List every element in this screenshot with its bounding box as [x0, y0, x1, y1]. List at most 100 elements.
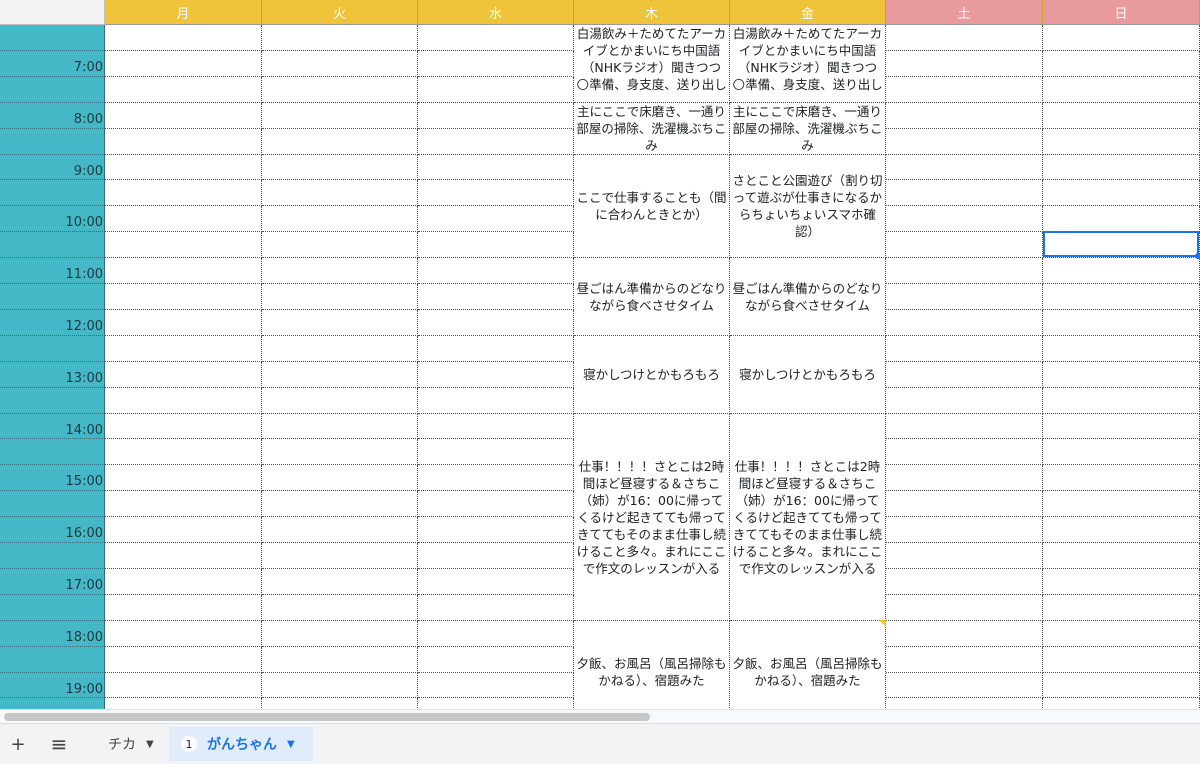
all-sheets-menu-button[interactable]: ≡ — [46, 732, 72, 756]
event-cell-thu-dinner[interactable]: 夕飯、お風呂（風呂掃除もかねる）、宿題みた — [574, 621, 730, 709]
grid-cell[interactable] — [262, 362, 418, 388]
grid-cell[interactable] — [418, 232, 574, 258]
grid-cell[interactable] — [1043, 51, 1200, 77]
grid-cell[interactable] — [418, 543, 574, 569]
grid-cell[interactable] — [886, 621, 1043, 647]
event-cell-thu-work-pm[interactable]: 仕事！！！！さとこは2時間ほど昼寝する＆さちこ（姉）が16：00に帰ってくるけど… — [574, 414, 730, 621]
event-cell-fri-nap[interactable]: 寝かしつけとかもろもろ — [730, 336, 886, 414]
grid-cell[interactable] — [418, 621, 574, 647]
grid-cell[interactable] — [886, 362, 1043, 388]
grid-cell[interactable] — [418, 77, 574, 103]
grid-cell[interactable] — [1043, 569, 1200, 595]
grid-cell[interactable] — [105, 647, 262, 673]
grid-cell[interactable] — [886, 336, 1043, 362]
grid-cell[interactable] — [418, 517, 574, 543]
grid-cell[interactable] — [418, 206, 574, 232]
grid-cell[interactable] — [1043, 25, 1200, 51]
scrollbar-thumb[interactable] — [4, 713, 650, 721]
grid-cell[interactable] — [886, 129, 1043, 155]
grid-cell[interactable] — [105, 51, 262, 77]
time-cell[interactable] — [0, 388, 105, 414]
grid-cell[interactable] — [262, 129, 418, 155]
grid-cell[interactable] — [262, 414, 418, 439]
time-cell[interactable] — [0, 595, 105, 621]
event-cell-fri-cleaning[interactable]: 主にここで床磨き、一通り部屋の掃除、洗濯機ぶちこみ — [730, 103, 886, 155]
grid-cell[interactable] — [105, 206, 262, 232]
grid-cell[interactable] — [105, 336, 262, 362]
event-cell-thu-cleaning[interactable]: 主にここで床磨き、一通り部屋の掃除、洗濯機ぶちこみ — [574, 103, 730, 155]
grid-cell[interactable] — [105, 25, 262, 51]
time-cell[interactable] — [0, 543, 105, 569]
grid-cell[interactable] — [418, 491, 574, 517]
grid-cell[interactable] — [418, 647, 574, 673]
time-cell[interactable] — [0, 232, 105, 258]
time-cell[interactable] — [0, 439, 105, 465]
chevron-down-icon[interactable]: ▼ — [287, 739, 295, 750]
grid-cell[interactable] — [418, 129, 574, 155]
grid-cell[interactable] — [262, 206, 418, 232]
grid-cell[interactable] — [418, 595, 574, 621]
grid-cell[interactable] — [418, 180, 574, 206]
grid-cell[interactable] — [105, 621, 262, 647]
grid-cell[interactable] — [262, 465, 418, 491]
day-header-6[interactable]: 日 — [1043, 0, 1200, 25]
grid-cell[interactable] — [105, 673, 262, 698]
grid-cell[interactable] — [262, 25, 418, 51]
grid-cell[interactable] — [1043, 621, 1200, 647]
grid-cell[interactable] — [418, 698, 574, 709]
grid-cell[interactable] — [886, 465, 1043, 491]
grid-cell[interactable] — [1043, 206, 1200, 232]
time-cell[interactable] — [0, 180, 105, 206]
grid-cell[interactable] — [1043, 647, 1200, 673]
grid-cell[interactable] — [262, 517, 418, 543]
day-header-2[interactable]: 水 — [418, 0, 574, 25]
grid-cell[interactable] — [418, 155, 574, 180]
time-cell[interactable] — [0, 698, 105, 709]
grid-cell[interactable] — [1043, 155, 1200, 180]
grid-cell[interactable] — [105, 698, 262, 709]
grid-corner[interactable] — [0, 0, 105, 25]
grid-cell[interactable] — [105, 155, 262, 180]
grid-cell[interactable] — [1043, 284, 1200, 310]
grid-cell[interactable] — [1043, 698, 1200, 709]
grid-cell[interactable] — [886, 388, 1043, 414]
fill-handle[interactable] — [1195, 253, 1200, 259]
event-cell-thu-morning[interactable]: 白湯飲み＋ためてたアーカイブとかまいにち中国語（NHKラジオ）聞きつつ🌕準備、身… — [574, 25, 730, 103]
grid-cell[interactable] — [886, 569, 1043, 595]
day-header-4[interactable]: 金 — [730, 0, 886, 25]
grid-cell[interactable] — [105, 569, 262, 595]
grid-cell[interactable] — [1043, 310, 1200, 336]
tab-ganchan[interactable]: 1 がんちゃん ▼ — [169, 727, 313, 761]
grid-cell[interactable] — [1043, 362, 1200, 388]
grid-cell[interactable] — [1043, 517, 1200, 543]
event-cell-thu-work-am[interactable]: ここで仕事することも（間に合わんときとか） — [574, 155, 730, 258]
event-cell-fri-dinner[interactable]: 夕飯、お風呂（風呂掃除もかねる）、宿題みた — [730, 621, 886, 709]
grid-cell[interactable] — [1043, 77, 1200, 103]
grid-cell[interactable] — [418, 103, 574, 129]
grid-cell[interactable] — [418, 569, 574, 595]
event-cell-fri-park[interactable]: さとこと公園遊び（割り切って遊ぶが仕事きになるからちょいちょいスマホ確認） — [730, 155, 886, 258]
grid-cell[interactable] — [105, 310, 262, 336]
grid-cell[interactable] — [418, 388, 574, 414]
grid-cell[interactable] — [105, 543, 262, 569]
grid-cell[interactable] — [105, 362, 262, 388]
day-header-5[interactable]: 土 — [886, 0, 1043, 25]
grid-cell[interactable] — [262, 698, 418, 709]
grid-cell[interactable] — [886, 258, 1043, 284]
grid-cell[interactable] — [1043, 336, 1200, 362]
grid-cell[interactable] — [886, 51, 1043, 77]
grid-cell[interactable] — [418, 336, 574, 362]
grid-cell[interactable] — [418, 284, 574, 310]
grid-cell[interactable] — [886, 103, 1043, 129]
grid-cell[interactable] — [1043, 595, 1200, 621]
grid-cell[interactable] — [262, 491, 418, 517]
grid-cell[interactable] — [886, 310, 1043, 336]
grid-cell[interactable] — [886, 232, 1043, 258]
grid-cell[interactable] — [1043, 439, 1200, 465]
day-header-1[interactable]: 火 — [262, 0, 418, 25]
grid-cell[interactable] — [886, 414, 1043, 439]
event-cell-thu-nap[interactable]: 寝かしつけとかもろもろ — [574, 336, 730, 414]
grid-cell[interactable] — [1043, 103, 1200, 129]
time-cell[interactable] — [0, 284, 105, 310]
grid-cell[interactable] — [418, 439, 574, 465]
